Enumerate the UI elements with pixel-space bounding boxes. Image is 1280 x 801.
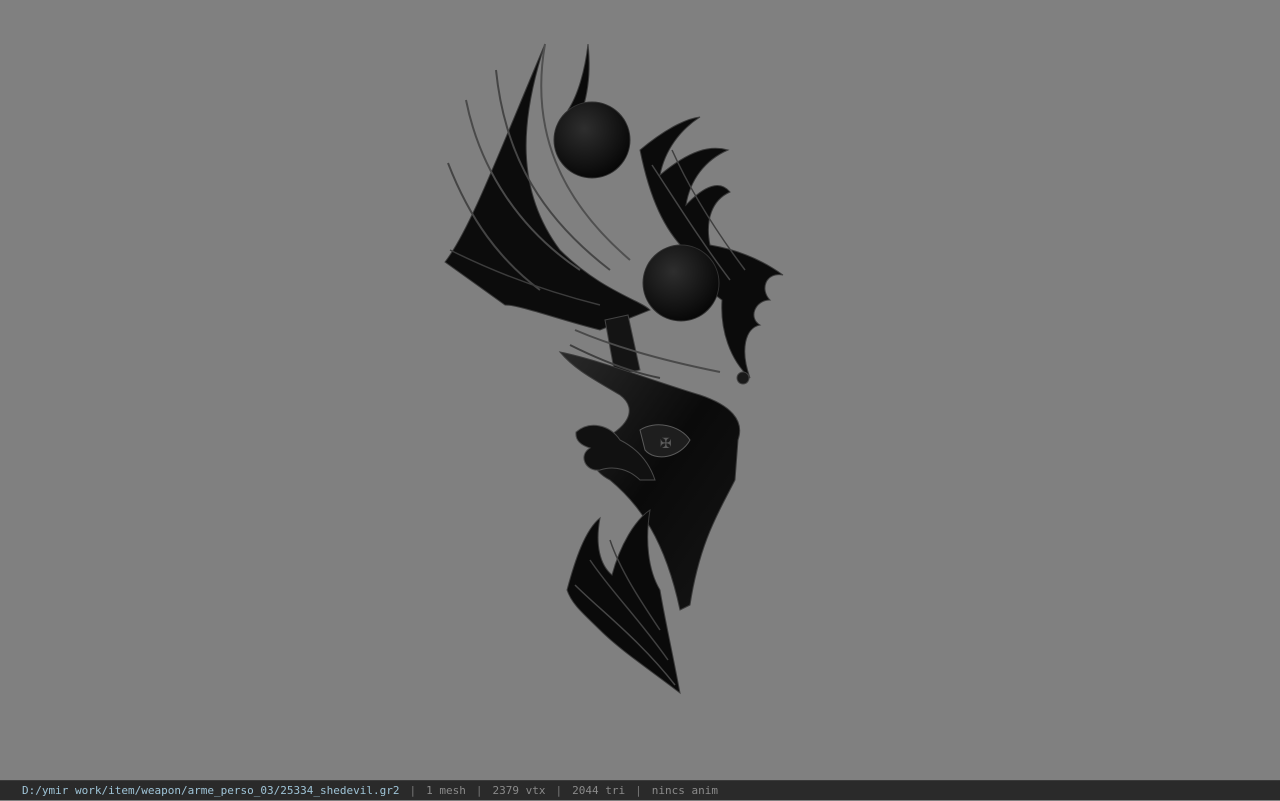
status-anim-info: nincs anim [651,784,718,797]
status-vertex-count: 2379 vtx [492,784,546,797]
status-separator: | [409,784,417,797]
status-mesh-count: 1 mesh [426,784,466,797]
model-orb-middle [642,244,720,322]
status-triangle-count: 2044 tri [572,784,626,797]
status-separator: | [555,784,563,797]
model-wing-right [639,116,784,379]
model-orb-small [736,371,750,385]
model-orb-top [553,101,631,179]
status-separator: | [475,784,483,797]
model-wing-left [444,43,651,331]
weapon-model-render[interactable]: ✠ [0,0,1280,780]
status-bar: D:/ymir work/item/weapon/arme_perso_03/2… [0,780,1280,800]
svg-text:✠: ✠ [660,436,672,452]
status-separator: | [635,784,642,797]
3d-viewport[interactable]: ✠ [0,0,1280,780]
status-file-path: D:/ymir work/item/weapon/arme_perso_03/2… [22,784,400,797]
